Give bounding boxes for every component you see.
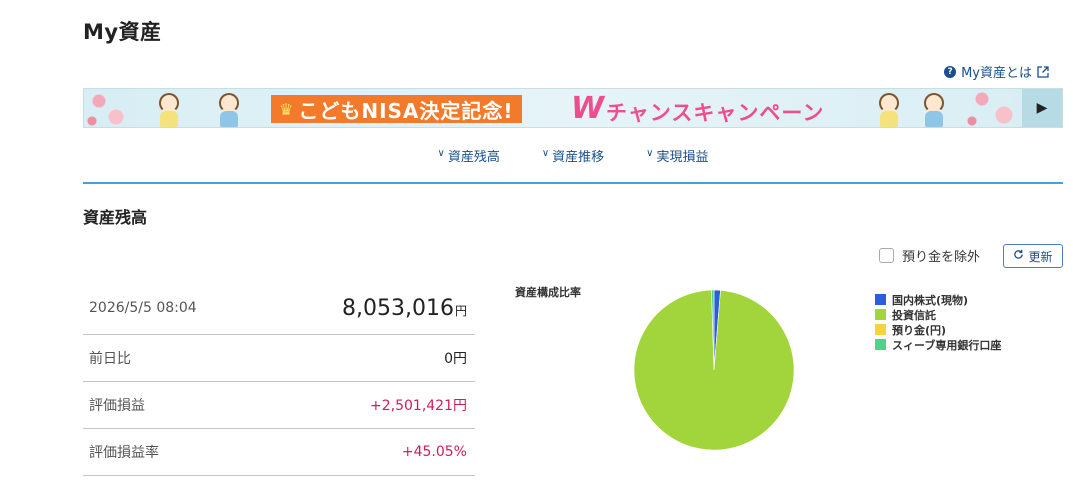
anchor-link-label: 資産残高 bbox=[447, 150, 500, 165]
chart-legend: 国内株式(現物) 投資信託 預り金(円) スィーブ専用銀行口座 bbox=[875, 292, 1001, 352]
anchor-link-label: 資産推移 bbox=[552, 150, 605, 165]
campaign-banner[interactable]: ♛ こどもNISA決定記念! W チャンスキャンペーン ▶ bbox=[83, 88, 1063, 128]
anchor-nav: ∨ 資産残高 ∨ 資産推移 ∨ 実現損益 bbox=[83, 146, 1063, 184]
banner-tag: ♛ こどもNISA決定記念! bbox=[271, 95, 522, 123]
summary-row: 評価損益 +2,501,421円 bbox=[83, 382, 475, 429]
total-balance: 8,053,016円 bbox=[342, 296, 467, 321]
child-illustration bbox=[154, 93, 184, 127]
total-balance-value: 8,053,016 bbox=[342, 295, 454, 321]
summary-row: 前日比 0円 bbox=[83, 335, 475, 382]
crown-icon: ♛ bbox=[279, 99, 295, 119]
child-illustration bbox=[919, 93, 949, 127]
help-link[interactable]: ? My資産とは bbox=[944, 62, 1049, 81]
play-icon: ▶ bbox=[1036, 100, 1048, 116]
legend-swatch bbox=[875, 294, 886, 305]
banner-next-button[interactable]: ▶ bbox=[1022, 89, 1062, 127]
legend-item[interactable]: 投資信託 bbox=[875, 307, 1001, 322]
anchor-link-label: 実現損益 bbox=[656, 150, 709, 165]
flower-decoration bbox=[84, 89, 134, 127]
legend-swatch bbox=[875, 324, 886, 335]
exclude-deposit-checkbox[interactable] bbox=[879, 248, 894, 263]
exclude-deposit-toggle[interactable]: 預り金を除外 bbox=[879, 246, 980, 265]
exclude-deposit-label: 預り金を除外 bbox=[902, 250, 981, 265]
refresh-label: 更新 bbox=[1028, 249, 1053, 264]
legend-swatch bbox=[875, 339, 886, 350]
summary-label: 評価損益 bbox=[89, 398, 145, 414]
chevron-down-icon: ∨ bbox=[541, 148, 550, 159]
summary-value: +45.05% bbox=[401, 444, 467, 460]
child-illustration bbox=[214, 93, 244, 127]
legend-label: 国内株式(現物) bbox=[892, 293, 969, 307]
anchor-link-balance[interactable]: ∨ 資産残高 bbox=[437, 146, 499, 182]
legend-swatch bbox=[875, 309, 886, 320]
chevron-down-icon: ∨ bbox=[437, 148, 445, 159]
anchor-link-history[interactable]: ∨ 資産推移 bbox=[542, 146, 604, 182]
refresh-button[interactable]: 更新 bbox=[1003, 244, 1063, 268]
legend-label: 預り金(円) bbox=[892, 323, 947, 337]
refresh-icon bbox=[1013, 249, 1024, 263]
total-balance-unit: 円 bbox=[454, 303, 467, 318]
balance-datetime: 2026/5/5 08:04 bbox=[89, 300, 197, 316]
chevron-down-icon: ∨ bbox=[646, 148, 654, 159]
question-icon: ? bbox=[944, 65, 957, 78]
summary-label: 前日比 bbox=[89, 351, 131, 367]
banner-tag-text: こどもNISA決定記念! bbox=[298, 98, 514, 123]
anchor-link-realized[interactable]: ∨ 実現損益 bbox=[646, 146, 708, 182]
legend-item[interactable]: 国内株式(現物) bbox=[875, 292, 1001, 307]
summary-row: 評価損益率 +45.05% bbox=[83, 429, 475, 476]
summary-row-total: 2026/5/5 08:04 8,053,016円 bbox=[83, 282, 475, 335]
balance-summary: 2026/5/5 08:04 8,053,016円 前日比 0円 評価損益 +2… bbox=[83, 282, 475, 476]
legend-label: 投資信託 bbox=[892, 308, 936, 322]
external-link-icon bbox=[1037, 65, 1049, 78]
summary-label: 評価損益率 bbox=[89, 445, 159, 461]
summary-value: 0円 bbox=[444, 351, 467, 367]
help-link-label: My資産とは bbox=[961, 66, 1032, 81]
flower-decoration bbox=[962, 89, 1022, 127]
banner-w-letter: W bbox=[571, 91, 605, 126]
chart-title: 資産構成比率 bbox=[515, 286, 581, 299]
banner-campaign-text: チャンスキャンペーン bbox=[606, 101, 825, 125]
legend-item[interactable]: 預り金(円) bbox=[875, 322, 1001, 337]
legend-item[interactable]: スィーブ専用銀行口座 bbox=[875, 337, 1001, 352]
page-title: My資産 bbox=[83, 20, 162, 44]
allocation-pie-chart bbox=[633, 289, 795, 451]
summary-value: +2,501,421円 bbox=[370, 398, 467, 414]
section-title: 資産残高 bbox=[83, 208, 148, 227]
child-illustration bbox=[874, 93, 904, 127]
legend-label: スィーブ専用銀行口座 bbox=[892, 338, 1002, 352]
